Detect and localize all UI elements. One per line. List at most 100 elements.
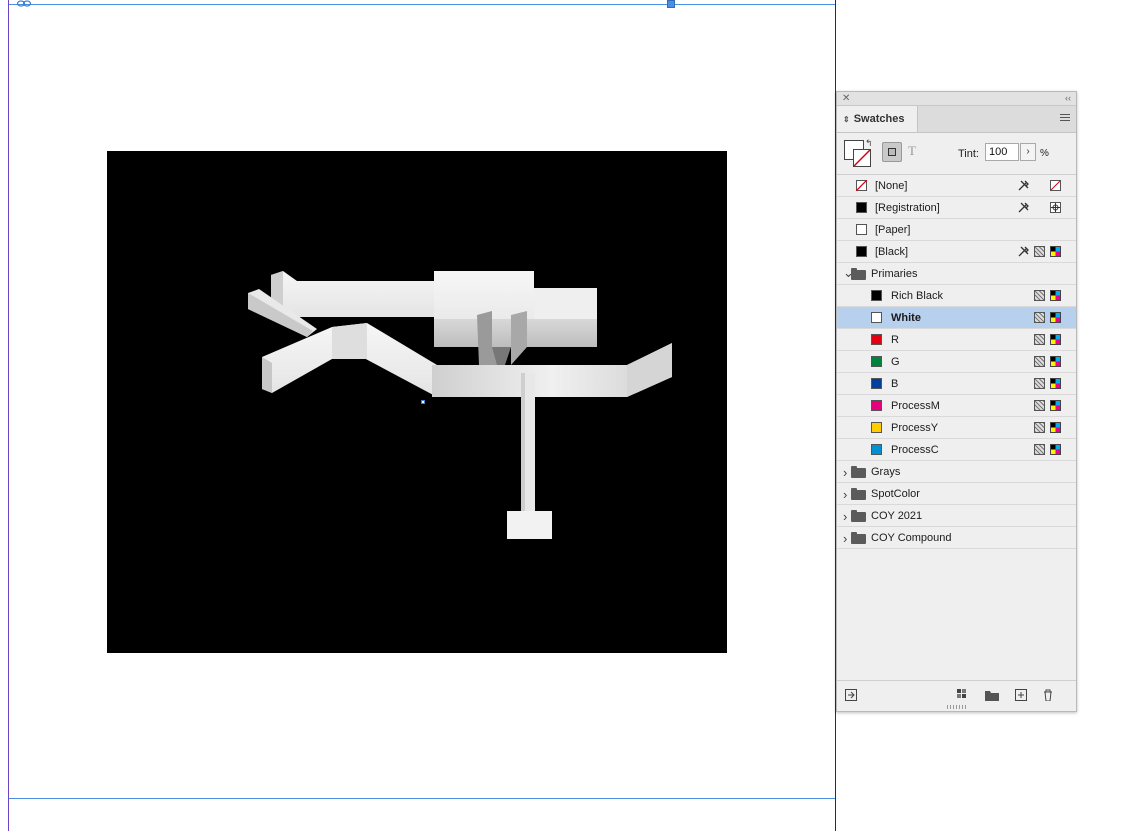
panel-titlebar[interactable]: ✕ ‹‹ — [837, 92, 1076, 106]
swatch-list: [None] [Registration] [Paper] [Black] ⌄ Prima… — [837, 175, 1076, 549]
swatch-label: [None] — [875, 180, 908, 192]
swatch-group-row[interactable]: ⌄ Primaries — [837, 263, 1076, 285]
tint-stepper-button[interactable]: › — [1020, 143, 1036, 161]
no-edit-icon — [1018, 180, 1029, 191]
swatch-label: [Registration] — [875, 202, 940, 214]
process-icon — [1034, 312, 1045, 323]
registration-mode-icon — [1050, 202, 1061, 213]
tab-swatches[interactable]: ⇕ Swatches — [837, 106, 918, 132]
swatch-chip — [871, 312, 882, 323]
resize-grip[interactable] — [947, 705, 967, 709]
swatch-row[interactable]: ProcessY — [837, 417, 1076, 439]
link-icon[interactable] — [17, 0, 31, 7]
swatch-row[interactable]: R — [837, 329, 1076, 351]
swatch-row[interactable]: [Registration] — [837, 197, 1076, 219]
cmyk-icon — [1050, 246, 1061, 257]
swatch-chip — [856, 224, 867, 235]
chevron-right-icon[interactable]: › — [843, 509, 847, 524]
cmyk-icon — [1050, 290, 1061, 301]
process-icon — [1034, 378, 1045, 389]
cmyk-icon — [1050, 378, 1061, 389]
placed-image[interactable] — [107, 151, 727, 653]
fill-stroke-proxy[interactable]: ↰ — [844, 138, 873, 168]
delete-swatch-icon[interactable] — [1042, 689, 1054, 701]
folder-icon — [851, 466, 866, 478]
swatch-chip — [871, 444, 882, 455]
no-edit-icon — [1018, 202, 1029, 213]
swatch-group-row[interactable]: › SpotColor — [837, 483, 1076, 505]
swatch-row[interactable]: [Black] — [837, 241, 1076, 263]
swatch-row[interactable]: [None] — [837, 175, 1076, 197]
cmyk-icon — [1050, 422, 1061, 433]
collapse-icon[interactable]: ‹‹ — [1065, 92, 1071, 105]
swatch-label: R — [891, 334, 899, 346]
cmyk-icon — [1050, 400, 1061, 411]
swatch-row[interactable]: B — [837, 373, 1076, 395]
swatch-group-label: SpotColor — [871, 488, 920, 500]
folder-icon — [851, 268, 866, 280]
close-icon[interactable]: ✕ — [842, 92, 850, 105]
swatch-group-row[interactable]: › COY 2021 — [837, 505, 1076, 527]
cmyk-icon — [1050, 334, 1061, 345]
cmyk-icon — [1050, 356, 1061, 367]
chevron-right-icon[interactable]: › — [843, 531, 847, 546]
swatch-row[interactable]: [Paper] — [837, 219, 1076, 241]
frame-top-handle[interactable] — [667, 0, 675, 8]
swatch-chip — [856, 180, 867, 191]
new-group-icon[interactable] — [985, 689, 999, 701]
frame-center-point[interactable] — [421, 400, 425, 404]
swatch-label: ProcessC — [891, 444, 939, 456]
new-swatch-icon[interactable] — [1015, 689, 1027, 701]
swatches-panel[interactable]: ✕ ‹‹ ⇕ Swatches ↰ T Tint: 100 › % [None]… — [836, 91, 1077, 712]
swatch-row[interactable]: White — [837, 307, 1076, 329]
show-swatch-kinds-icon[interactable] — [957, 689, 969, 701]
swatch-row[interactable]: ProcessC — [837, 439, 1076, 461]
swatch-label: Rich Black — [891, 290, 943, 302]
swatch-group-row[interactable]: › Grays — [837, 461, 1076, 483]
swatch-label: ProcessY — [891, 422, 939, 434]
process-icon — [1034, 422, 1045, 433]
cmyk-icon — [1050, 312, 1061, 323]
process-icon — [1034, 290, 1045, 301]
reorder-arrows-icon: ⇕ — [843, 114, 850, 124]
swatch-chip — [871, 356, 882, 367]
swatch-label: G — [891, 356, 900, 368]
none-mode-icon — [1050, 180, 1061, 191]
swatch-row[interactable]: Rich Black — [837, 285, 1076, 307]
process-icon — [1034, 400, 1045, 411]
swatch-chip — [871, 400, 882, 411]
swatch-label: B — [891, 378, 899, 390]
process-icon — [1034, 356, 1045, 367]
swatch-label: [Paper] — [875, 224, 911, 236]
panel-footer — [837, 680, 1076, 711]
place-swatches-icon[interactable] — [845, 689, 857, 701]
formatting-text-button[interactable]: T — [908, 143, 916, 159]
cmyk-icon — [1050, 444, 1061, 455]
swatch-label: [Black] — [875, 246, 909, 258]
swatch-group-label: COY 2021 — [871, 510, 923, 522]
no-edit-icon — [1018, 246, 1029, 257]
render-illustration — [248, 271, 672, 539]
swatch-label: White — [891, 312, 921, 324]
tint-unit: % — [1040, 148, 1049, 159]
swatch-row[interactable]: G — [837, 351, 1076, 373]
tint-input[interactable]: 100 — [985, 143, 1019, 161]
folder-icon — [851, 488, 866, 500]
stroke-box[interactable] — [853, 149, 871, 167]
panel-menu-icon[interactable] — [1060, 114, 1070, 122]
chevron-right-icon[interactable]: › — [843, 465, 847, 480]
chevron-right-icon[interactable]: › — [843, 487, 847, 502]
swap-fill-stroke-icon[interactable]: ↰ — [865, 138, 873, 149]
swatch-group-row[interactable]: › COY Compound — [837, 527, 1076, 549]
process-icon — [1034, 444, 1045, 455]
folder-icon — [851, 510, 866, 522]
swatch-chip — [871, 290, 882, 301]
swatch-group-label: Primaries — [871, 268, 918, 280]
formatting-container-button[interactable] — [882, 142, 902, 162]
tab-swatches-label: Swatches — [853, 113, 905, 125]
swatch-chip — [871, 334, 882, 345]
folder-icon — [851, 532, 866, 544]
process-icon — [1034, 334, 1045, 345]
swatch-row[interactable]: ProcessM — [837, 395, 1076, 417]
swatch-chip — [856, 246, 867, 257]
